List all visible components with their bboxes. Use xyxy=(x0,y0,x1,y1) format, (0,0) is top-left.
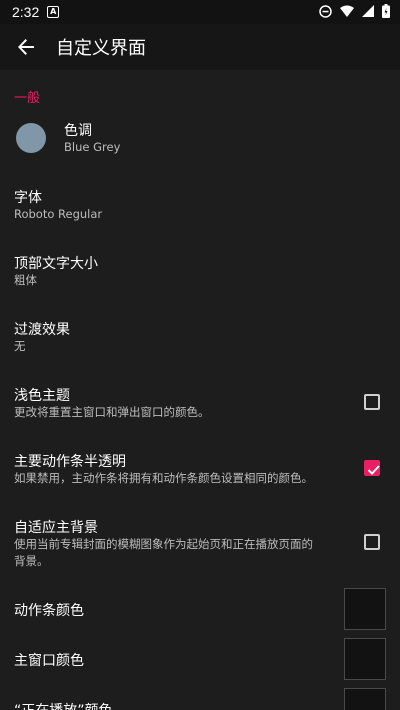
back-button[interactable] xyxy=(0,24,52,70)
section-header-general: 一般 xyxy=(14,91,41,106)
setting-title: 主窗口颜色 xyxy=(14,653,84,669)
setting-translucent-actionbar[interactable]: 主要动作条半透明 如果禁用，主动作条将拥有和动作条颜色设置相同的颜色。 xyxy=(0,440,400,500)
setting-title: 过渡效果 xyxy=(14,322,70,338)
translucent-actionbar-checkbox[interactable] xyxy=(364,460,380,476)
setting-value: 粗体 xyxy=(14,273,37,287)
setting-now-playing-color[interactable]: “正在播放”颜色 xyxy=(0,686,400,710)
arrow-back-icon xyxy=(18,39,34,55)
setting-header-text-size[interactable]: 顶部文字大小 粗体 xyxy=(0,242,400,302)
setting-actionbar-color[interactable]: 动作条颜色 xyxy=(0,586,400,636)
setting-summary: 更改将重置主窗口和弹出窗口的颜色。 xyxy=(14,405,210,419)
dnd-icon xyxy=(319,4,332,18)
app-bar: 自定义界面 xyxy=(0,24,400,70)
setting-summary: 如果禁用，主动作条将拥有和动作条颜色设置相同的颜色。 xyxy=(14,471,313,485)
actionbar-color-swatch xyxy=(344,588,386,630)
setting-main-window-color[interactable]: 主窗口颜色 xyxy=(0,636,400,686)
adaptive-background-checkbox[interactable] xyxy=(364,534,380,550)
setting-title: 字体 xyxy=(14,190,42,206)
signal-icon xyxy=(362,5,374,17)
setting-transition[interactable]: 过渡效果 无 xyxy=(0,308,400,368)
setting-title: 浅色主题 xyxy=(14,388,70,404)
battery-icon xyxy=(382,4,390,18)
setting-value: Roboto Regular xyxy=(14,207,103,221)
status-time: 2:32 xyxy=(12,4,40,20)
setting-summary-line2: 背景。 xyxy=(14,554,49,568)
light-theme-checkbox[interactable] xyxy=(364,394,380,410)
setting-title: 动作条颜色 xyxy=(14,603,84,619)
setting-title: 自适应主背景 xyxy=(14,520,98,536)
setting-tint[interactable]: 色调 Blue Grey xyxy=(0,110,400,168)
setting-adaptive-background[interactable]: 自适应主背景 使用当前专辑封面的模糊图象作为起始页和正在播放页面的 背景。 xyxy=(0,506,400,580)
setting-title: “正在播放”颜色 xyxy=(14,700,113,710)
setting-value: Blue Grey xyxy=(64,140,121,154)
setting-font[interactable]: 字体 Roboto Regular xyxy=(0,176,400,236)
settings-list: 一般 色调 Blue Grey 字体 Roboto Regular 顶部文字大小… xyxy=(0,70,400,710)
setting-summary-line1: 使用当前专辑封面的模糊图象作为起始页和正在播放页面的 xyxy=(14,537,313,551)
tint-color-swatch xyxy=(16,123,46,153)
now-playing-color-swatch xyxy=(344,688,386,710)
setting-title: 顶部文字大小 xyxy=(14,256,98,272)
notification-icon: A xyxy=(47,6,60,18)
main-window-color-swatch xyxy=(344,638,386,680)
status-bar: 2:32 A xyxy=(0,0,400,24)
wifi-icon xyxy=(340,5,354,17)
setting-title: 色调 xyxy=(64,123,92,139)
setting-value: 无 xyxy=(14,339,26,353)
setting-title: 主要动作条半透明 xyxy=(14,454,126,470)
setting-light-theme[interactable]: 浅色主题 更改将重置主窗口和弹出窗口的颜色。 xyxy=(0,374,400,434)
page-title: 自定义界面 xyxy=(56,38,146,59)
check-icon xyxy=(367,465,380,475)
